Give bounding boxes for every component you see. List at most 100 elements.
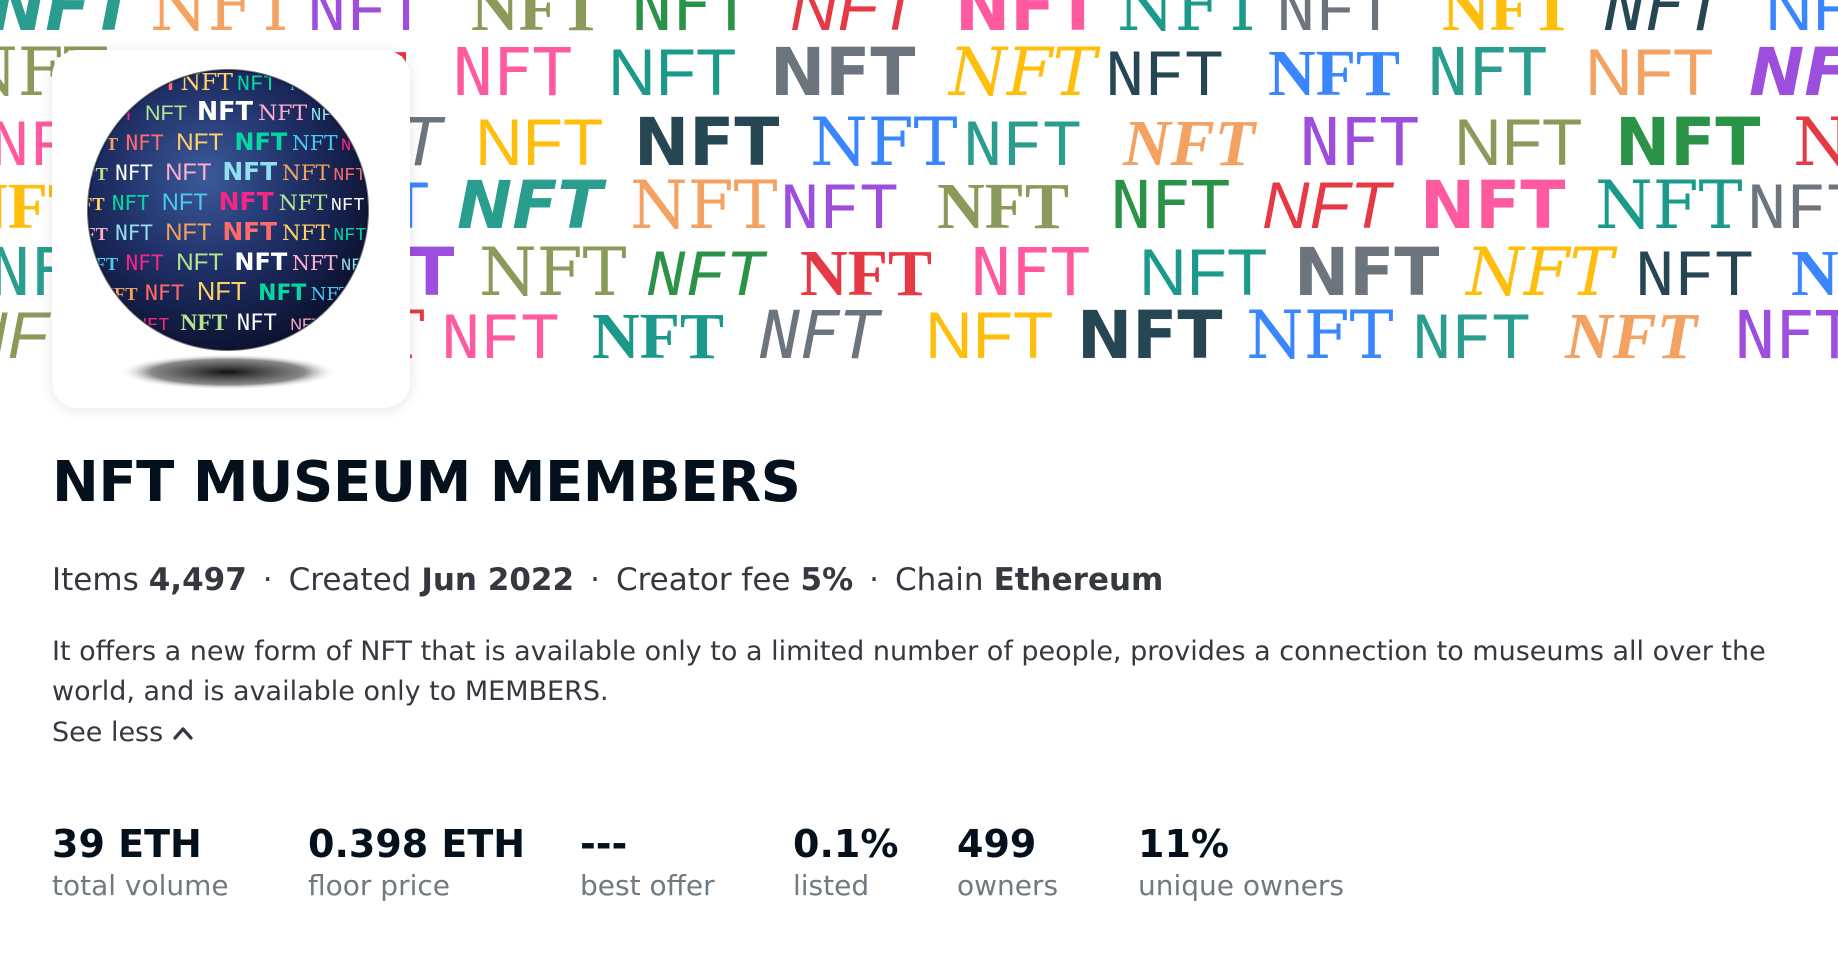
banner-word: NFT	[1735, 297, 1838, 360]
globe-word: NFT	[71, 164, 108, 184]
stat-floor-price[interactable]: 0.398 ETH floor price	[308, 820, 525, 904]
banner-word: NFT	[1585, 35, 1713, 109]
banner-word: NFT	[441, 303, 560, 360]
stat-value: 0.1%	[793, 822, 899, 866]
globe-word: NFT	[165, 159, 211, 186]
stat-value: ---	[580, 822, 628, 866]
meta-items-value: 4,497	[148, 562, 247, 598]
stat-value: 0.398 ETH	[308, 822, 526, 866]
banner-word: NFT	[759, 297, 882, 360]
globe-word: NFT	[112, 191, 150, 215]
banner-word: NFT	[1412, 303, 1531, 360]
meta-creator-fee-value: 5%	[800, 562, 854, 598]
globe-word: NFT	[162, 190, 208, 216]
globe-word: NFT	[331, 194, 365, 216]
globe-word: NFT	[282, 221, 331, 246]
banner-word: NFT	[1793, 104, 1838, 181]
meta-created: Created Jun 2022	[289, 562, 574, 598]
globe-word: NFT	[136, 74, 177, 95]
stat-value: 11%	[1138, 822, 1229, 866]
globe-word: NFT	[176, 129, 223, 156]
stat-label: floor price	[308, 869, 450, 902]
globe-word: NFT	[292, 131, 338, 155]
stat-label: total volume	[52, 869, 229, 902]
globe-word: NFT	[125, 250, 163, 275]
globe-word: NFT	[176, 249, 223, 276]
meta-separator: ·	[869, 562, 879, 598]
globe-word: NFT	[145, 100, 187, 125]
globe-word: NFT	[290, 75, 323, 94]
meta-created-value: Jun 2022	[421, 562, 575, 598]
stat-listed[interactable]: 0.1% listed	[793, 820, 898, 904]
stat-total-volume[interactable]: 39 ETH total volume	[52, 820, 229, 904]
banner-word: NFT	[1246, 297, 1394, 360]
stat-label: owners	[957, 869, 1059, 902]
banner-word: NFT	[770, 34, 915, 111]
collection-avatar[interactable]: NFT NFT NFT NFT NFT NFT NFT NFT NFT NFT NFT NFT NFT N…	[52, 50, 410, 408]
meta-items-label: Items	[52, 562, 139, 598]
meta-chain-value: Ethereum	[993, 562, 1164, 598]
globe-word: NFT	[258, 281, 306, 306]
globe-word: NFT	[234, 128, 287, 156]
banner-word: NFT	[1428, 34, 1547, 111]
globe-logo-icon: NFT NFT NFT NFTNFT NFT NFT NFT NFTNFT NFT NFT NFT N…	[68, 69, 369, 390]
globe-word: NFT	[222, 217, 277, 246]
see-less-label: See less	[52, 717, 164, 748]
globe-word: NFT	[258, 101, 307, 126]
banner-word: NFT	[1595, 167, 1743, 244]
globe-word: NFT	[101, 104, 134, 125]
banner-word: NFT	[1749, 34, 1838, 111]
globe-word: NFT	[82, 134, 119, 154]
stat-label: listed	[793, 869, 870, 902]
banner-word: NFT	[925, 298, 1053, 360]
globe-word: NFT	[333, 225, 366, 246]
collection-description: It offers a new form of NFT that is avai…	[52, 636, 1766, 707]
meta-separator: ·	[590, 562, 600, 598]
stat-value: 499	[957, 822, 1037, 866]
banner-word: NFT	[1077, 297, 1222, 360]
meta-creator-fee-label: Creator fee	[615, 562, 791, 598]
meta-items: Items 4,497	[52, 562, 247, 598]
meta-chain-label: Chain	[895, 562, 984, 598]
stat-value: 39 ETH	[52, 822, 202, 866]
meta-creator-fee: Creator fee 5%	[616, 562, 853, 598]
banner-word: NFT	[1105, 40, 1224, 115]
globe-word: NFT	[234, 248, 287, 276]
meta-separator: ·	[262, 562, 273, 598]
banner-word: NFT	[1111, 167, 1230, 244]
banner-word: NFT	[1268, 37, 1400, 110]
see-less-button[interactable]: See less	[52, 717, 193, 748]
stat-owners[interactable]: 499 owners	[957, 820, 1058, 904]
globe-word: NFT	[125, 130, 163, 155]
stat-label: best offer	[580, 869, 715, 902]
globe-word: NFT	[279, 191, 328, 216]
meta-chain: Chain Ethereum	[895, 562, 1163, 598]
globe-word: NFT	[68, 194, 105, 214]
chevron-up-icon	[173, 726, 193, 740]
stat-unique-owners[interactable]: 11% unique owners	[1138, 820, 1344, 904]
globe-word: NFT	[165, 219, 211, 246]
globe-word: NFT	[197, 97, 254, 127]
banner-word: NFT	[592, 300, 724, 360]
globe-word: NFT	[115, 221, 153, 245]
banner-word: NFT	[630, 167, 778, 244]
globe-word: NFT	[197, 278, 247, 306]
collection-meta: Items 4,497 · Created Jun 2022 · Creator…	[52, 562, 1163, 598]
globe-word: NFT	[136, 315, 169, 336]
globe-word: NFT	[237, 310, 277, 336]
banner-word: NFT	[457, 167, 607, 244]
globe-word: NFT	[292, 251, 338, 275]
banner-word: NFT	[1262, 168, 1395, 242]
collection-title: NFT MUSEUM MEMBERS	[52, 450, 801, 515]
globe-word: NFT	[282, 161, 331, 186]
globe-word: NFT	[145, 281, 184, 306]
stat-label: unique owners	[1138, 869, 1345, 902]
globe-word: NFT	[115, 161, 153, 185]
globe-word: NFT	[101, 284, 138, 304]
stat-best-offer[interactable]: --- best offer	[580, 820, 715, 904]
globe-word: NFT	[219, 187, 274, 216]
banner-word: NFT	[937, 170, 1069, 243]
globe-word: NFT	[180, 310, 227, 336]
banner-word: NFT	[453, 34, 572, 111]
banner-word: NFT	[1564, 300, 1700, 360]
